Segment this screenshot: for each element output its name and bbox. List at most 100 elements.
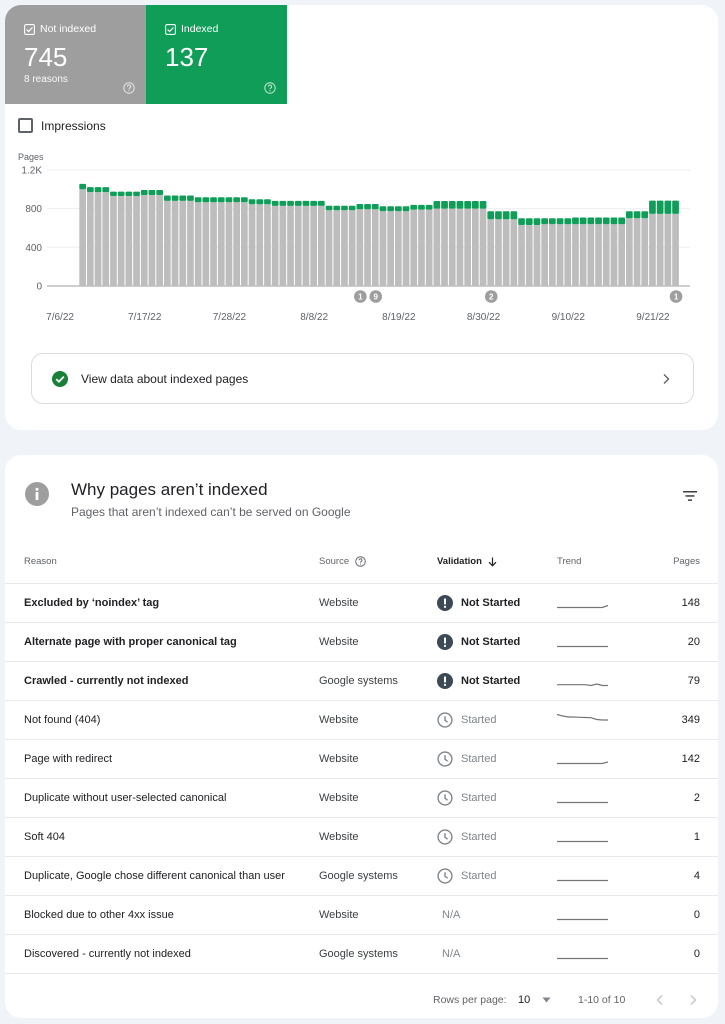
bar-indexed[interactable] [479,200,487,209]
bar-not-indexed[interactable] [487,219,495,286]
bar-not-indexed[interactable] [479,208,487,286]
bar-indexed[interactable] [117,191,125,197]
bar-not-indexed[interactable] [649,213,656,286]
help-icon[interactable] [264,82,276,94]
chevron-left-icon[interactable] [655,994,665,1006]
bar-not-indexed[interactable] [325,210,333,286]
bar-not-indexed[interactable] [533,225,541,286]
bar-indexed[interactable] [133,191,140,197]
bar-indexed[interactable] [279,200,287,206]
bar-not-indexed[interactable] [179,200,187,286]
bar-not-indexed[interactable] [410,209,418,286]
bar-indexed[interactable] [140,190,148,196]
bar-indexed[interactable] [472,200,479,209]
header-reason[interactable]: Reason [24,540,314,583]
bar-not-indexed[interactable] [572,224,579,286]
bar-not-indexed[interactable] [194,202,202,286]
bar-not-indexed[interactable] [310,205,317,286]
bar-indexed[interactable] [664,200,672,214]
bar-indexed[interactable] [256,199,264,205]
bar-not-indexed[interactable] [94,192,102,286]
help-icon[interactable] [123,82,135,94]
bar-not-indexed[interactable] [333,210,341,286]
bar-indexed[interactable] [510,211,518,220]
bar-indexed[interactable] [94,187,102,193]
bar-not-indexed[interactable] [464,208,471,286]
bar-not-indexed[interactable] [626,218,633,286]
bar-not-indexed[interactable] [641,218,649,286]
bar-indexed[interactable] [310,200,317,206]
table-row[interactable]: Crawled - currently not indexed Google sy… [5,662,718,701]
bar-indexed[interactable] [371,203,379,210]
bar-indexed[interactable] [156,190,163,196]
bar-not-indexed[interactable] [579,224,587,286]
bar-not-indexed[interactable] [525,225,533,286]
bar-not-indexed[interactable] [164,200,171,286]
bar-indexed[interactable] [210,197,217,203]
bar-indexed[interactable] [564,218,572,225]
bar-indexed[interactable] [433,200,441,209]
bar-indexed[interactable] [187,195,194,201]
bar-not-indexed[interactable] [549,224,556,286]
bar-indexed[interactable] [618,217,625,225]
bar-indexed[interactable] [587,217,595,225]
bar-indexed[interactable] [649,200,656,214]
bar-not-indexed[interactable] [348,210,356,286]
bar-not-indexed[interactable] [187,200,194,286]
bar-indexed[interactable] [341,205,348,211]
bar-indexed[interactable] [241,197,248,203]
bar-indexed[interactable] [656,200,664,214]
bar-not-indexed[interactable] [202,202,210,286]
bar-not-indexed[interactable] [117,196,125,286]
help-icon[interactable] [355,556,366,567]
bar-not-indexed[interactable] [456,208,464,286]
bar-not-indexed[interactable] [256,204,264,286]
bar-indexed[interactable] [179,195,187,201]
bar-indexed[interactable] [148,190,156,196]
bar-not-indexed[interactable] [633,218,641,286]
bar-indexed[interactable] [549,218,556,225]
bar-not-indexed[interactable] [217,202,225,286]
chevron-right-icon[interactable] [688,994,698,1006]
bar-indexed[interactable] [79,183,86,190]
bar-not-indexed[interactable] [495,219,502,286]
bar-not-indexed[interactable] [279,205,287,286]
bar-indexed[interactable] [464,200,471,209]
bar-not-indexed[interactable] [87,192,94,286]
bar-not-indexed[interactable] [441,208,448,286]
bar-indexed[interactable] [633,211,641,219]
bar-indexed[interactable] [402,206,410,212]
bar-indexed[interactable] [495,211,502,220]
bar-indexed[interactable] [641,211,649,219]
bar-indexed[interactable] [194,197,202,203]
table-row[interactable]: Soft 404 Website Started 1 [5,818,718,857]
bar-not-indexed[interactable] [448,208,456,286]
bar-not-indexed[interactable] [133,196,140,286]
bar-not-indexed[interactable] [171,200,179,286]
bar-indexed[interactable] [171,195,179,201]
bar-not-indexed[interactable] [371,209,379,286]
bar-indexed[interactable] [626,211,633,219]
bar-not-indexed[interactable] [225,202,233,286]
bar-not-indexed[interactable] [356,209,364,286]
table-row[interactable]: Blocked due to other 4xx issue Website N/A… [5,896,718,935]
annotation-marker[interactable]: 1 [354,290,367,303]
bar-indexed[interactable] [395,206,402,212]
bar-not-indexed[interactable] [287,205,294,286]
bar-indexed[interactable] [248,199,256,205]
bar-not-indexed[interactable] [264,204,271,286]
bar-not-indexed[interactable] [294,205,302,286]
checkbox-checked-icon[interactable] [165,24,176,35]
bar-indexed[interactable] [541,218,548,225]
bar-indexed[interactable] [348,205,356,211]
rows-per-page-select[interactable]: 10 [518,990,551,1010]
bar-indexed[interactable] [556,218,564,225]
header-pages[interactable]: Pages [620,540,700,583]
impressions-checkbox[interactable]: Impressions [18,117,106,134]
bar-not-indexed[interactable] [125,196,133,286]
bar-indexed[interactable] [595,217,602,225]
bar-not-indexed[interactable] [318,205,325,286]
bar-indexed[interactable] [602,217,610,225]
bar-indexed[interactable] [518,218,525,226]
table-row[interactable]: Duplicate without user-selected canonica… [5,779,718,818]
